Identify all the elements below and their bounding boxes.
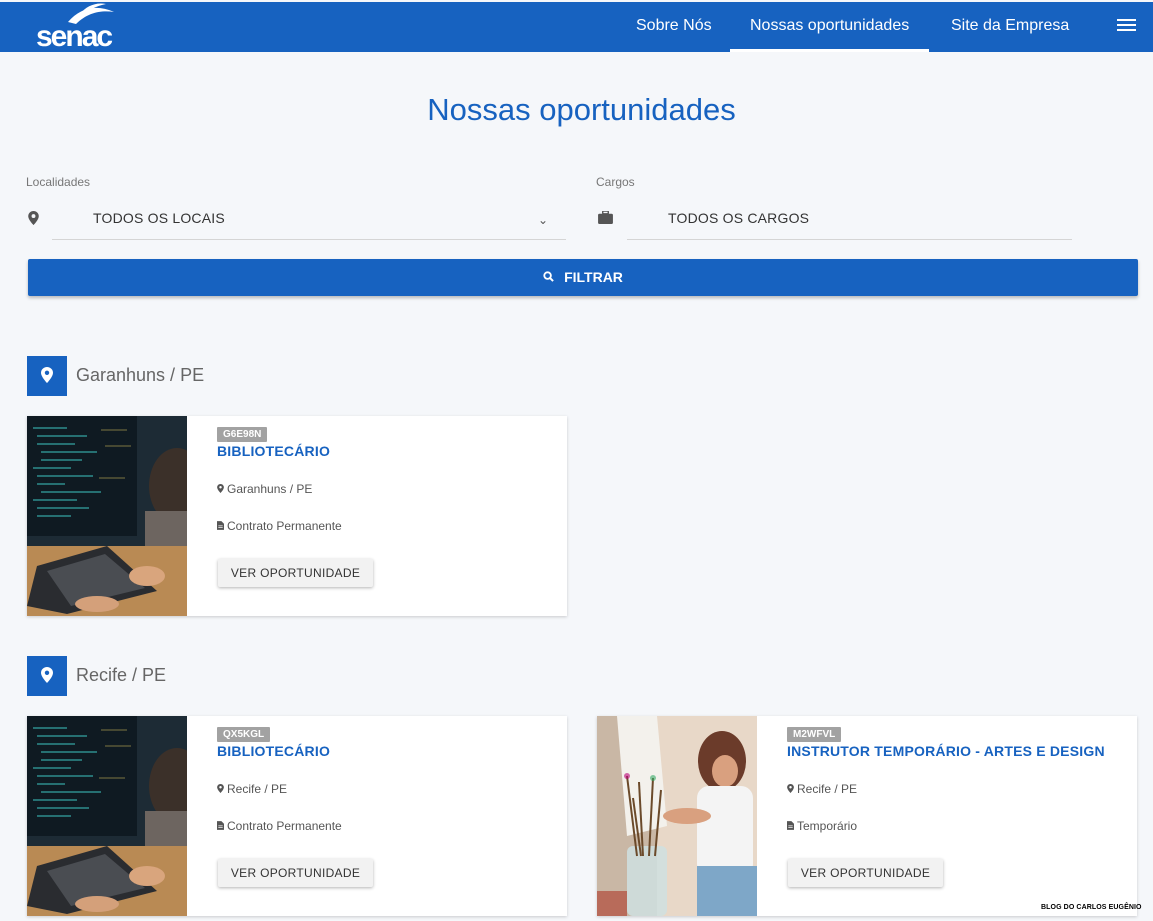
job-contract: Contrato Permanente: [217, 519, 342, 533]
cargos-label: Cargos: [596, 175, 635, 189]
localidades-value: TODOS OS LOCAIS: [93, 210, 225, 226]
document-icon: [217, 821, 224, 831]
job-title-link[interactable]: INSTRUTOR TEMPORÁRIO - ARTES E DESIGN: [787, 743, 1105, 759]
cargos-value: TODOS OS CARGOS: [668, 210, 810, 226]
job-location: Recife / PE: [217, 782, 287, 796]
job-title-link[interactable]: BIBLIOTECÁRIO: [217, 743, 330, 759]
document-icon: [787, 821, 794, 831]
job-code-badge: QX5KGL: [217, 727, 271, 742]
cargos-select[interactable]: TODOS OS CARGOS: [627, 199, 1072, 240]
job-card: QX5KGL BIBLIOTECÁRIO Recife / PE Contrat…: [27, 716, 567, 916]
page-title: Nossas oportunidades: [427, 92, 736, 127]
map-pin-icon: [217, 784, 224, 794]
document-icon: [217, 521, 224, 531]
briefcase-icon: [598, 211, 613, 224]
map-pin-icon: [41, 367, 53, 383]
localidades-select[interactable]: TODOS OS LOCAIS ⌄: [52, 199, 566, 240]
view-opportunity-button[interactable]: VER OPORTUNIDADE: [218, 559, 373, 587]
location-badge-icon: [27, 356, 67, 396]
view-opportunity-button[interactable]: VER OPORTUNIDADE: [218, 859, 373, 887]
job-card: M2WFVL INSTRUTOR TEMPORÁRIO - ARTES E DE…: [597, 716, 1137, 916]
map-pin-icon: [787, 784, 794, 794]
job-location-text: Recife / PE: [797, 782, 858, 796]
search-icon: [543, 271, 554, 282]
group-location-title: Garanhuns / PE: [76, 365, 205, 385]
job-code-badge: M2WFVL: [787, 727, 842, 742]
view-opportunity-button[interactable]: VER OPORTUNIDADE: [788, 859, 943, 887]
job-location: Garanhuns / PE: [217, 482, 312, 496]
map-pin-icon: [28, 211, 39, 225]
nav-nossas-oportunidades[interactable]: Nossas oportunidades: [729, 2, 930, 52]
job-contract: Temporário: [787, 819, 857, 833]
map-pin-icon: [41, 667, 53, 683]
job-contract-text: Contrato Permanente: [227, 519, 342, 533]
job-card: G6E98N BIBLIOTECÁRIO Garanhuns / PE Cont…: [27, 416, 567, 616]
job-contract-text: Temporário: [797, 819, 858, 833]
job-photo-art: [597, 716, 757, 916]
top-navbar: senac Sobre Nós Nossas oportunidades Sit…: [0, 2, 1153, 52]
job-contract: Contrato Permanente: [217, 819, 342, 833]
job-location-text: Recife / PE: [227, 782, 288, 796]
location-badge-icon: [27, 656, 67, 696]
job-photo-coding: [27, 716, 187, 916]
job-photo-coding: [27, 416, 187, 616]
job-contract-text: Contrato Permanente: [227, 819, 342, 833]
watermark-text: BLOG DO CARLOS EUGÊNIO: [1041, 904, 1142, 911]
job-location-text: Garanhuns / PE: [227, 482, 313, 496]
map-pin-icon: [217, 484, 224, 494]
logo-text: senac: [36, 20, 113, 53]
group-location-title: Recife / PE: [76, 665, 167, 685]
nav-site-da-empresa[interactable]: Site da Empresa: [951, 2, 1069, 52]
nav-sobre-nos[interactable]: Sobre Nós: [636, 2, 712, 52]
senac-logo[interactable]: senac: [36, 2, 126, 52]
job-title-link[interactable]: BIBLIOTECÁRIO: [217, 443, 330, 459]
menu-icon[interactable]: [1117, 19, 1136, 35]
filter-button[interactable]: FILTRAR: [28, 259, 1138, 296]
chevron-down-icon: ⌄: [537, 213, 548, 227]
job-code-badge: G6E98N: [217, 427, 268, 442]
localidades-label: Localidades: [26, 175, 91, 189]
job-location: Recife / PE: [787, 782, 857, 796]
filter-button-label: FILTRAR: [564, 269, 623, 285]
